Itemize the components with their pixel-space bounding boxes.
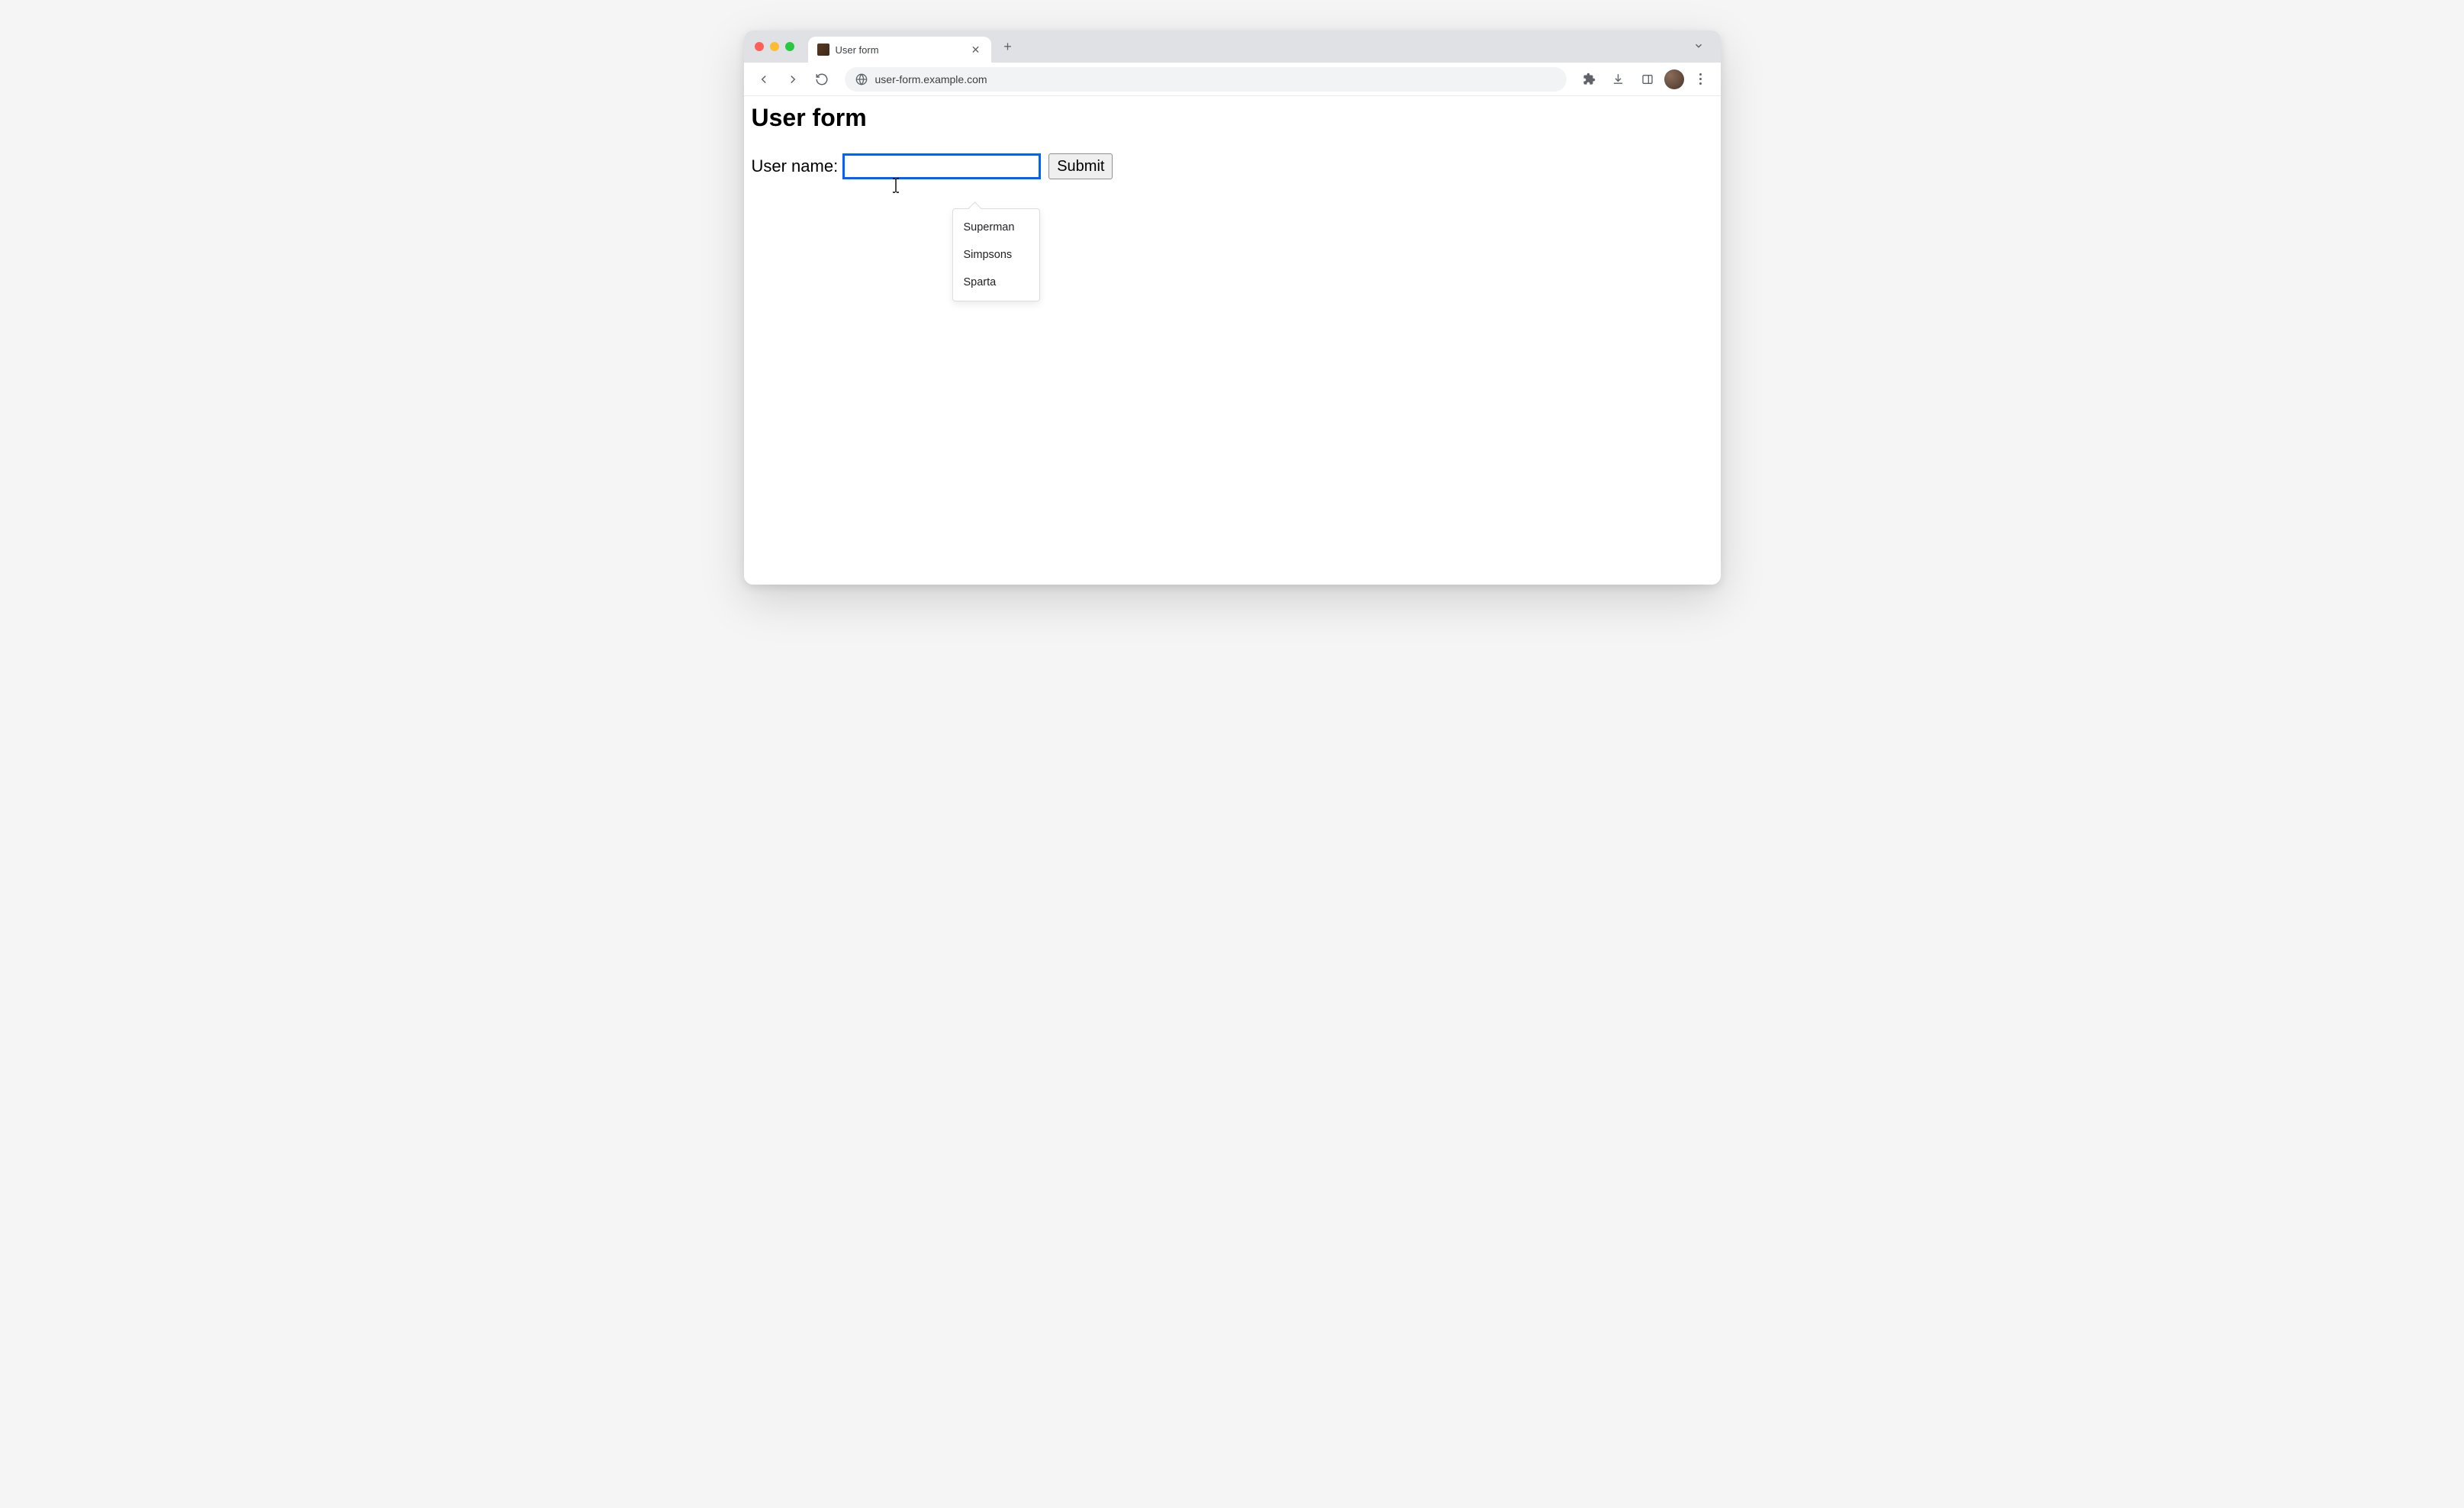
browser-toolbar: user-form.example.com bbox=[744, 63, 1721, 96]
autocomplete-item[interactable]: Sparta bbox=[953, 269, 1039, 296]
tabs-dropdown-button[interactable] bbox=[1687, 37, 1710, 56]
text-cursor-icon bbox=[891, 178, 901, 193]
submit-button[interactable]: Submit bbox=[1048, 153, 1113, 179]
menu-button[interactable] bbox=[1689, 67, 1713, 92]
profile-avatar[interactable] bbox=[1664, 69, 1684, 89]
downloads-button[interactable] bbox=[1606, 67, 1631, 92]
autocomplete-item[interactable]: Superman bbox=[953, 214, 1039, 241]
page-title: User form bbox=[752, 104, 1713, 132]
browser-window: User form ✕ + user-form.example.com bbox=[744, 31, 1721, 585]
address-bar[interactable]: user-form.example.com bbox=[845, 67, 1567, 92]
favicon-icon bbox=[817, 44, 829, 56]
browser-titlebar: User form ✕ + bbox=[744, 31, 1721, 63]
autocomplete-popup: Superman Simpsons Sparta bbox=[952, 208, 1040, 301]
new-tab-button[interactable]: + bbox=[997, 36, 1019, 57]
page-viewport: User form User name: Submit Superman Sim… bbox=[744, 96, 1721, 585]
user-form: User name: Submit bbox=[752, 153, 1713, 179]
back-button[interactable] bbox=[752, 67, 776, 92]
close-tab-button[interactable]: ✕ bbox=[970, 44, 982, 56]
extensions-button[interactable] bbox=[1577, 67, 1602, 92]
reload-button[interactable] bbox=[810, 67, 834, 92]
close-window-button[interactable] bbox=[755, 42, 764, 51]
tab-title: User form bbox=[836, 44, 964, 56]
site-info-icon bbox=[855, 73, 868, 85]
maximize-window-button[interactable] bbox=[785, 42, 794, 51]
forward-button[interactable] bbox=[781, 67, 805, 92]
username-label: User name: bbox=[752, 156, 839, 176]
autocomplete-item[interactable]: Simpsons bbox=[953, 241, 1039, 269]
url-text: user-form.example.com bbox=[875, 73, 987, 85]
username-input[interactable] bbox=[842, 153, 1041, 179]
window-controls bbox=[755, 42, 794, 51]
side-panel-button[interactable] bbox=[1635, 67, 1660, 92]
minimize-window-button[interactable] bbox=[770, 42, 779, 51]
browser-tab[interactable]: User form ✕ bbox=[808, 37, 991, 63]
